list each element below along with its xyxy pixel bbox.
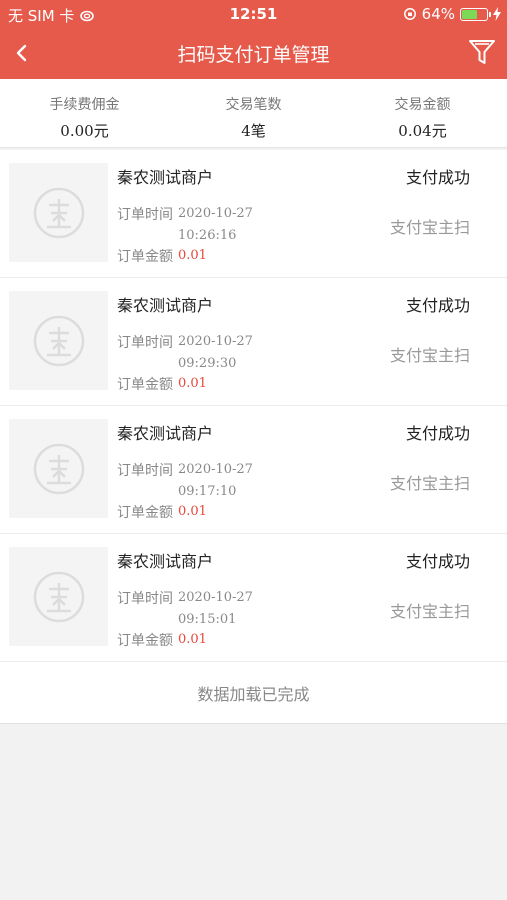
order-date: 2020-10-27 — [178, 590, 253, 605]
summary-panel: 手续费佣金 0.00元 交易笔数 4笔 交易金额 0.04元 — [0, 79, 507, 148]
order-amount: 0.01 — [178, 632, 207, 647]
filter-button[interactable] — [467, 37, 497, 67]
summary-label: 交易金额 — [394, 97, 451, 113]
bank-logo-icon — [33, 187, 84, 238]
battery-level — [462, 9, 477, 19]
order-amount-label: 订单金额 — [117, 633, 173, 649]
order-item[interactable]: 秦农测试商户 支付成功 订单时间 2020-10-27 09:29:30 支付宝… — [0, 278, 507, 406]
order-status: 支付成功 — [405, 424, 470, 443]
order-status: 支付成功 — [405, 552, 470, 571]
payment-method: 支付宝主扫 — [389, 346, 470, 365]
summary-label: 手续费佣金 — [49, 97, 120, 113]
order-date: 2020-10-27 — [178, 206, 253, 221]
summary-count: 交易笔数 4笔 — [169, 79, 338, 147]
status-bar: 无 SIM 卡 12:51 64% — [0, 0, 507, 28]
order-time-label: 订单时间 — [117, 207, 173, 223]
summary-amount: 交易金额 0.04元 — [338, 79, 507, 147]
order-status: 支付成功 — [405, 168, 470, 187]
order-amount-label: 订单金额 — [117, 249, 173, 265]
summary-commission: 手续费佣金 0.00元 — [0, 79, 169, 147]
order-amount-label: 订单金额 — [117, 377, 173, 393]
order-amount: 0.01 — [178, 504, 207, 519]
merchant-name: 秦农测试商户 — [117, 552, 214, 571]
load-complete-text: 数据加载已完成 — [197, 685, 310, 704]
summary-value: 0.04元 — [398, 122, 447, 140]
battery-icon — [460, 7, 491, 21]
bank-logo-icon — [33, 443, 84, 494]
bank-logo-icon — [33, 571, 84, 622]
order-time: 09:15:01 — [178, 612, 237, 627]
status-bar-right: 64% — [403, 5, 501, 23]
order-time: 09:17:10 — [178, 484, 237, 499]
order-item[interactable]: 秦农测试商户 支付成功 订单时间 2020-10-27 09:15:01 支付宝… — [0, 534, 507, 662]
order-item[interactable]: 秦农测试商户 支付成功 订单时间 2020-10-27 10:26:16 支付宝… — [0, 150, 507, 278]
order-status: 支付成功 — [405, 296, 470, 315]
order-date: 2020-10-27 — [178, 334, 253, 349]
payment-method: 支付宝主扫 — [389, 474, 470, 493]
order-amount: 0.01 — [178, 248, 207, 263]
order-list: 秦农测试商户 支付成功 订单时间 2020-10-27 10:26:16 支付宝… — [0, 150, 507, 724]
order-time-label: 订单时间 — [117, 463, 173, 479]
merchant-logo — [9, 547, 108, 646]
summary-value: 0.00元 — [60, 122, 109, 140]
payment-method: 支付宝主扫 — [389, 602, 470, 621]
order-item[interactable]: 秦农测试商户 支付成功 订单时间 2020-10-27 09:17:10 支付宝… — [0, 406, 507, 534]
funnel-icon — [469, 40, 495, 64]
summary-value: 4笔 — [241, 122, 266, 140]
payment-method: 支付宝主扫 — [389, 218, 470, 237]
order-time: 09:29:30 — [178, 356, 237, 371]
merchant-logo — [9, 291, 108, 390]
summary-label: 交易笔数 — [225, 97, 282, 113]
order-date: 2020-10-27 — [178, 462, 253, 477]
merchant-name: 秦农测试商户 — [117, 424, 214, 443]
bank-logo-icon — [33, 315, 84, 366]
merchant-logo — [9, 163, 108, 262]
merchant-name: 秦农测试商户 — [117, 296, 214, 315]
orientation-lock-icon — [403, 8, 416, 20]
nav-bar: 扫码支付订单管理 — [0, 28, 507, 79]
order-time-label: 订单时间 — [117, 335, 173, 351]
battery-percent: 64% — [421, 5, 455, 23]
order-amount-label: 订单金额 — [117, 505, 173, 521]
order-time: 10:26:16 — [178, 228, 237, 243]
order-amount: 0.01 — [178, 376, 207, 391]
merchant-name: 秦农测试商户 — [117, 168, 214, 187]
charging-bolt-icon — [493, 7, 501, 21]
page-title: 扫码支付订单管理 — [177, 44, 330, 66]
order-time-label: 订单时间 — [117, 591, 173, 607]
merchant-logo — [9, 419, 108, 518]
